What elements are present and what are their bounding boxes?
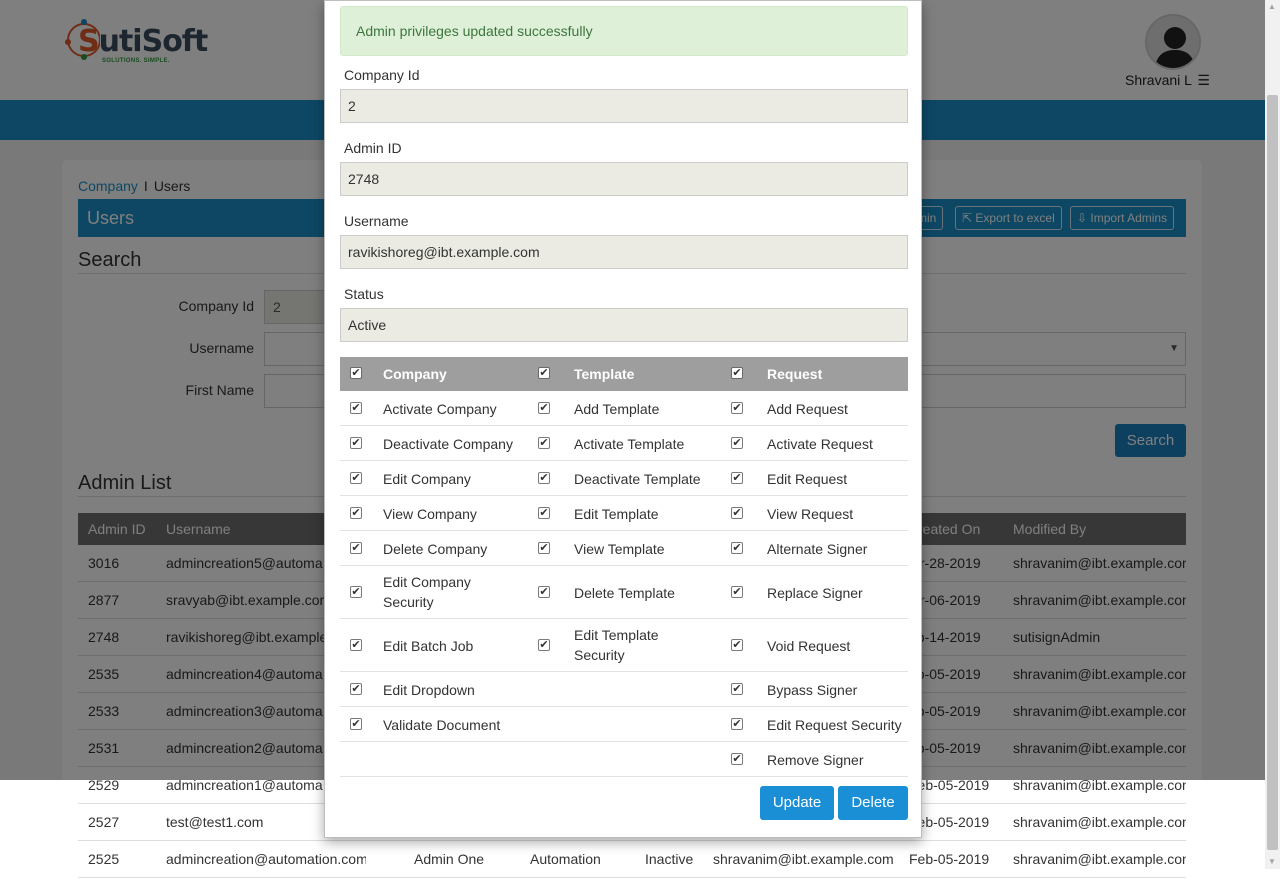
template-permission-checkbox[interactable]: ✔	[538, 402, 550, 414]
request-permission-label: Void Request	[767, 638, 851, 654]
admin-privileges-modal: Admin privileges updated successfully Co…	[324, 0, 922, 838]
template-permission-checkbox[interactable]: ✔	[538, 472, 550, 484]
request-permission-label: Activate Request	[767, 436, 873, 452]
modal-username-field: ravikishoreg@ibt.example.com	[340, 235, 908, 269]
template-header: Template	[574, 366, 635, 382]
cell-id: 2527	[88, 814, 120, 830]
request-permission-label: Edit Request Security	[767, 717, 902, 733]
template-permission-label: Edit Template	[574, 506, 659, 522]
cell-created: Feb-05-2019	[909, 851, 990, 867]
request-permission-label: View Request	[767, 506, 854, 522]
modal-status-field: Active	[340, 308, 908, 342]
company-permission-checkbox[interactable]: ✔	[350, 437, 362, 449]
company-permission-checkbox[interactable]: ✔	[350, 402, 362, 414]
modal-admin-id-field: 2748	[340, 162, 908, 196]
modal-admin-id-label: Admin ID	[344, 140, 402, 156]
company-permission-label: Deactivate Company	[383, 436, 513, 452]
company-permission-checkbox[interactable]: ✔	[350, 472, 362, 484]
permission-row: ✔ Deactivate Company ✔ Activate Template ✔ Ac…	[340, 426, 908, 461]
company-permission-label: Delete Company	[383, 541, 488, 557]
request-header: Request	[767, 366, 823, 382]
request-permission-label: Edit Request	[767, 471, 848, 487]
request-permission-label: Bypass Signer	[767, 682, 858, 698]
template-permission-label: Activate Template	[574, 436, 685, 452]
template-permission-checkbox[interactable]: ✔	[538, 507, 550, 519]
cell-status: Inactive	[645, 851, 694, 867]
modal-company-id-label: Company Id	[344, 67, 420, 83]
company-permission-checkbox[interactable]: ✔	[350, 507, 362, 519]
company-permission-label: View Company	[383, 506, 477, 522]
modal-username-label: Username	[344, 213, 409, 229]
select-all-template-checkbox[interactable]: ✔	[538, 367, 550, 379]
cell-modified: shravanim@ibt.example.com	[1013, 851, 1186, 867]
modal-company-id-field: 2	[340, 89, 908, 123]
company-permission-checkbox[interactable]: ✔	[350, 542, 362, 554]
company-permission-label: Activate Company	[383, 401, 497, 417]
success-alert: Admin privileges updated successfully	[340, 6, 908, 56]
scroll-up-icon[interactable]: ▲	[1268, 2, 1276, 11]
request-permission-label: Add Request	[767, 401, 848, 417]
permission-row: ✔ Edit Dropdown ✔ Bypass Signer	[340, 672, 908, 707]
company-header: Company	[383, 366, 447, 382]
permission-row: ✔ Remove Signer	[340, 742, 908, 777]
company-permission-checkbox[interactable]: ✔	[350, 683, 362, 695]
cell-id: 2525	[88, 851, 120, 867]
permission-row: ✔ View Company ✔ Edit Template ✔ View Request	[340, 496, 908, 531]
cell-created-by: shravanim@ibt.example.com	[713, 851, 894, 867]
company-permission-label: Edit Batch Job	[383, 638, 474, 654]
permission-row: ✔ Delete Company ✔ View Template ✔ Alternate …	[340, 531, 908, 566]
permission-row: ✔ Validate Document ✔ Edit Request Security	[340, 707, 908, 742]
template-permission-checkbox[interactable]: ✔	[538, 542, 550, 554]
template-permission-label: Add Template	[574, 401, 660, 417]
request-permission-checkbox[interactable]: ✔	[731, 507, 743, 519]
template-permission-label: Deactivate Template	[574, 471, 701, 487]
company-permission-checkbox[interactable]: ✔	[350, 718, 362, 730]
permission-row: ✔ Edit Company ✔ Deactivate Template ✔ Edit R…	[340, 461, 908, 496]
update-button[interactable]: Update	[760, 786, 834, 820]
permissions-header: ✔ Company ✔ Template ✔ Request	[340, 357, 908, 391]
request-permission-checkbox[interactable]: ✔	[731, 753, 743, 765]
scroll-down-icon[interactable]: ▼	[1268, 857, 1276, 866]
request-permission-checkbox[interactable]: ✔	[731, 542, 743, 554]
request-permission-checkbox[interactable]: ✔	[731, 718, 743, 730]
cell-modified: shravanim@ibt.example.com	[1013, 814, 1186, 830]
request-permission-checkbox[interactable]: ✔	[731, 639, 743, 651]
company-permission-label: Edit Dropdown	[383, 682, 475, 698]
company-permission-checkbox[interactable]: ✔	[350, 586, 362, 598]
table-row[interactable]: 2525 admincreation@automation.com Admin On…	[78, 841, 1186, 878]
permission-row: ✔ Edit Company Security ✔ Delete Template ✔ R…	[340, 566, 908, 619]
company-permission-label: Validate Document	[383, 717, 501, 733]
select-all-company-checkbox[interactable]: ✔	[350, 367, 362, 379]
select-all-request-checkbox[interactable]: ✔	[731, 367, 743, 379]
request-permission-label: Replace Signer	[767, 585, 863, 601]
permission-row: ✔ Activate Company ✔ Add Template ✔ Add Reque…	[340, 391, 908, 426]
cell-username: test@test1.com	[166, 814, 264, 830]
request-permission-checkbox[interactable]: ✔	[731, 437, 743, 449]
template-permission-checkbox[interactable]: ✔	[538, 639, 550, 651]
delete-button[interactable]: Delete	[838, 786, 908, 820]
template-permission-label: View Template	[574, 541, 665, 557]
cell-username: admincreation@automation.com	[166, 851, 366, 867]
request-permission-label: Remove Signer	[767, 752, 864, 768]
template-permission-checkbox[interactable]: ✔	[538, 586, 550, 598]
cell-first: Admin One	[414, 851, 485, 867]
request-permission-checkbox[interactable]: ✔	[731, 472, 743, 484]
permission-row: ✔ Edit Batch Job ✔ Edit Template Security ✔ V…	[340, 619, 908, 672]
company-permission-label: Edit Company Security	[383, 574, 471, 610]
page-scrollbar[interactable]: ▲ ▼	[1265, 0, 1280, 869]
company-permission-label: Edit Company	[383, 471, 471, 487]
modal-status-label: Status	[344, 286, 384, 302]
template-permission-label: Delete Template	[574, 585, 675, 601]
request-permission-label: Alternate Signer	[767, 541, 868, 557]
request-permission-checkbox[interactable]: ✔	[731, 683, 743, 695]
cell-last: Automation	[530, 851, 601, 867]
company-permission-checkbox[interactable]: ✔	[350, 639, 362, 651]
request-permission-checkbox[interactable]: ✔	[731, 586, 743, 598]
template-permission-checkbox[interactable]: ✔	[538, 437, 550, 449]
request-permission-checkbox[interactable]: ✔	[731, 402, 743, 414]
scrollbar-thumb[interactable]	[1267, 95, 1278, 850]
template-permission-label: Edit Template Security	[574, 627, 659, 663]
